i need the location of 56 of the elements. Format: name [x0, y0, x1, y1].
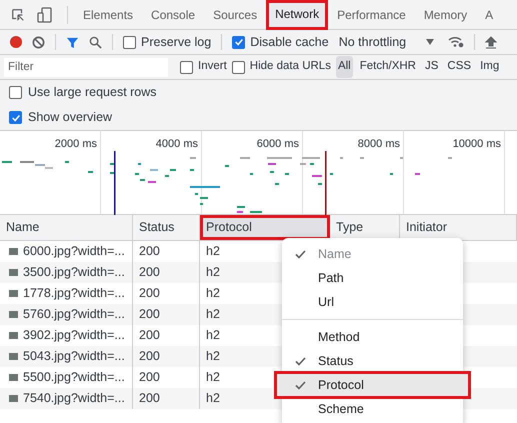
image-thumbnail-icon — [9, 374, 18, 381]
time-label: 10000 ms — [452, 137, 501, 150]
type-filter-button[interactable]: Fetch/XHR — [358, 56, 418, 78]
type-filter-button[interactable]: JS — [422, 56, 440, 78]
check-icon — [294, 356, 306, 366]
panel-tab[interactable]: Sources — [204, 0, 266, 30]
preserve-log-label: Preserve log — [141, 34, 212, 51]
device-toolbar-icon[interactable] — [37, 6, 53, 22]
preserve-log-checkbox[interactable] — [123, 36, 136, 48]
panel-tab[interactable]: Performance — [328, 0, 415, 30]
image-thumbnail-icon — [9, 248, 18, 255]
column-header[interactable]: Protocol — [200, 215, 330, 240]
type-filter-button[interactable]: Img — [478, 56, 502, 78]
network-conditions-icon[interactable] — [448, 36, 464, 48]
panel-tab[interactable]: Memory — [414, 0, 476, 30]
search-icon[interactable] — [89, 36, 102, 48]
check-icon — [294, 250, 306, 258]
invert-checkbox[interactable] — [180, 60, 193, 74]
table-cell[interactable]: 7540.jpg?width=... — [0, 388, 133, 409]
filter-icon[interactable] — [66, 36, 79, 48]
image-thumbnail-icon — [9, 269, 18, 276]
throttling-select[interactable]: No throttling — [338, 32, 434, 52]
hide-data-urls-label: Hide data URLs — [250, 59, 331, 74]
option-label: Show overview — [28, 109, 112, 126]
time-label: 8000 ms — [358, 137, 400, 150]
image-thumbnail-icon — [9, 290, 18, 297]
image-thumbnail-icon — [9, 395, 18, 402]
option-label: Use large request rows — [28, 84, 157, 102]
record-button[interactable] — [10, 36, 22, 48]
menu-item[interactable]: Protocol — [276, 373, 469, 397]
inspect-element-icon[interactable] — [11, 8, 25, 22]
panel-tab[interactable]: A — [476, 0, 502, 30]
caret-icon — [426, 39, 434, 45]
type-filter-button[interactable]: CSS — [445, 56, 474, 78]
image-thumbnail-icon — [9, 353, 18, 360]
time-label: 6000 ms — [256, 137, 299, 150]
image-thumbnail-icon — [9, 311, 18, 318]
table-cell: 200 — [133, 388, 200, 409]
column-header[interactable]: Name — [0, 215, 133, 240]
option-checkbox[interactable] — [9, 111, 22, 124]
panel-tab[interactable]: Network — [266, 0, 328, 30]
image-thumbnail-icon — [9, 332, 18, 339]
upload-icon[interactable] — [485, 36, 498, 48]
hide-data-urls-checkbox[interactable] — [232, 60, 245, 74]
time-label: 4000 ms — [156, 137, 198, 150]
disable-cache-label: Disable cache — [250, 34, 329, 51]
panel-tab[interactable]: Elements — [74, 0, 142, 30]
clear-icon[interactable] — [32, 36, 45, 48]
disable-cache-checkbox[interactable] — [232, 36, 246, 48]
time-label: 2000 ms — [54, 137, 97, 150]
option-checkbox[interactable] — [9, 86, 22, 99]
panel-tab[interactable]: Console — [142, 0, 204, 30]
type-filter-button[interactable]: All — [336, 56, 353, 78]
check-icon — [294, 380, 306, 390]
filter-field[interactable]: Filter — [4, 58, 168, 76]
invert-label: Invert — [198, 59, 227, 74]
